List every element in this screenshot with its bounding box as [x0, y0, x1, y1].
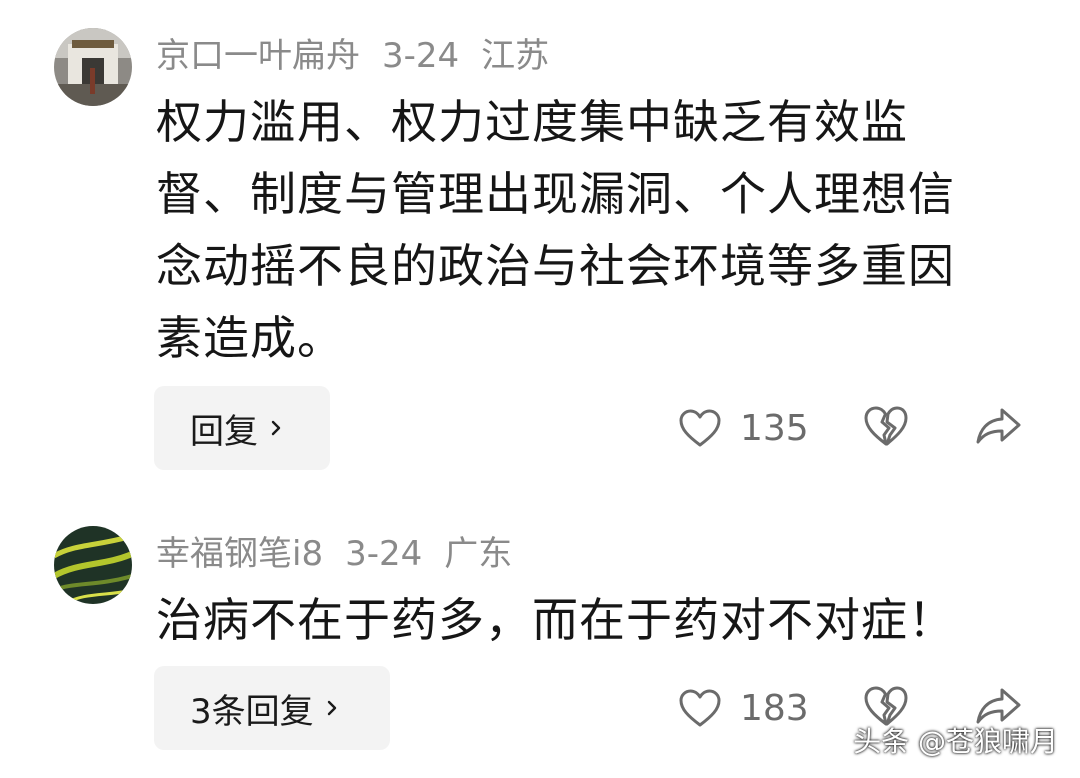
watermark: 头条 @苍狼啸月: [853, 725, 1058, 758]
comment-date: 3-24: [382, 36, 460, 76]
username[interactable]: 京口一叶扁舟: [156, 36, 360, 76]
heart-outline-icon: [679, 689, 721, 727]
comment-date: 3-24: [345, 534, 423, 574]
comment-location: 江苏: [481, 36, 550, 76]
like-button[interactable]: 183: [678, 678, 809, 738]
comment-text-line: 督、制度与管理出现漏洞、个人理想信: [156, 167, 955, 221]
comment-actions: 135: [0, 398, 1080, 458]
comment-meta: 幸福钢笔i8 3-24 广东: [156, 534, 534, 574]
avatar[interactable]: [54, 28, 132, 106]
comment-text: 权力滥用、权力过度集中缺乏有效监 督、制度与管理出现漏洞、个人理想信 念动摇不良…: [156, 86, 1006, 374]
comment-text-line: 权力滥用、权力过度集中缺乏有效监: [156, 95, 908, 149]
comment-text-line: 治病不在于药多，而在于药对不对症！: [156, 593, 955, 647]
dislike-button[interactable]: [862, 404, 910, 452]
share-arrow-icon: [976, 408, 1021, 444]
share-button[interactable]: [974, 406, 1022, 450]
like-count: 183: [740, 687, 809, 729]
comment-text-line: 念动摇不良的政治与社会环境等多重因: [156, 239, 955, 293]
like-count: 135: [740, 407, 809, 449]
comment-item: 京口一叶扁舟 3-24 江苏 权力滥用、权力过度集中缺乏有效监 督、制度与管理出现漏…: [0, 0, 1080, 480]
avatar[interactable]: [54, 526, 132, 604]
username[interactable]: 幸福钢笔i8: [156, 534, 323, 574]
avatar-image: [54, 526, 132, 604]
avatar-image: [54, 28, 132, 106]
comment-text: 治病不在于药多，而在于药对不对症！: [156, 584, 1006, 656]
comment-text-line: 素造成。: [156, 311, 344, 365]
like-button[interactable]: 135: [678, 398, 809, 458]
comment-location: 广东: [444, 534, 513, 574]
comment-meta: 京口一叶扁舟 3-24 江苏: [156, 36, 571, 76]
heart-outline-icon: [679, 409, 721, 447]
broken-heart-icon: [864, 406, 908, 446]
